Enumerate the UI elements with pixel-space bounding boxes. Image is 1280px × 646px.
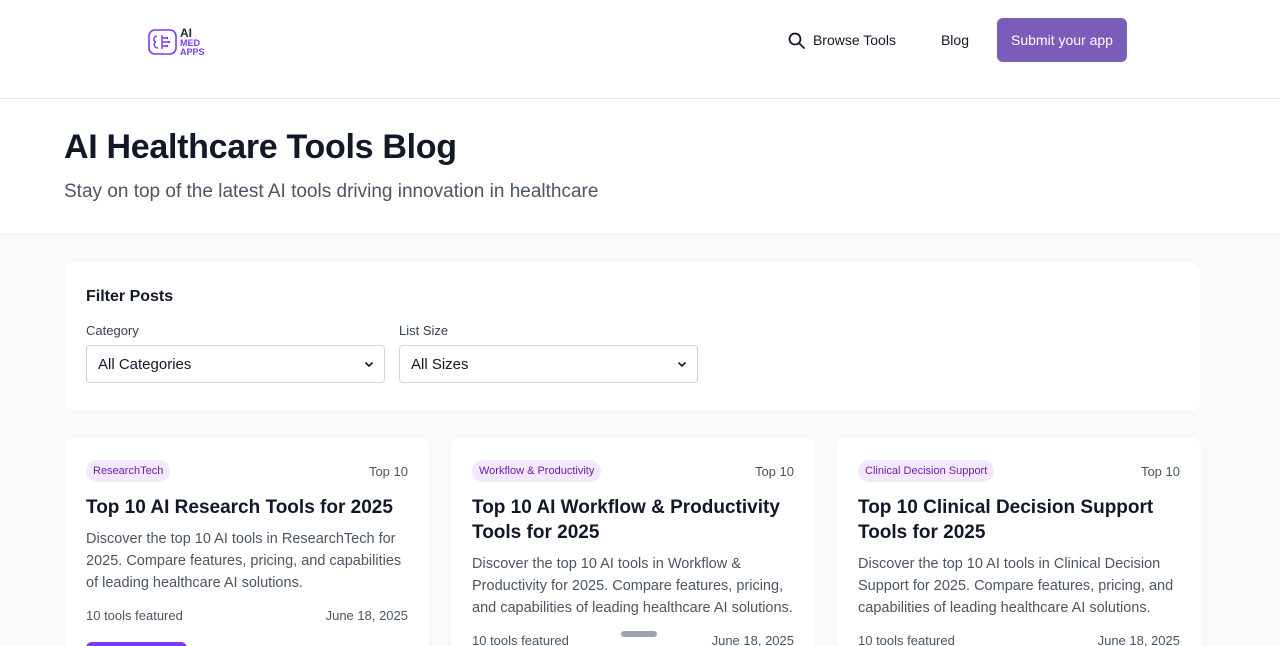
submit-app-button[interactable]: Submit your app: [997, 18, 1127, 62]
category-badge: Workflow & Productivity: [472, 460, 602, 482]
search-icon: [788, 32, 805, 49]
post-date: June 18, 2025: [711, 633, 794, 646]
list-size-tag: Top 10: [754, 463, 794, 479]
logo-wordmark: AI MED APPS: [180, 27, 205, 57]
logo-line-3: APPS: [180, 47, 205, 57]
blog-card-list: ResearchTech Top 10 Top 10 AI Research T…: [65, 438, 1201, 646]
main-nav: Browse Tools Blog Submit your app: [788, 18, 1127, 62]
post-date: June 18, 2025: [1097, 633, 1180, 646]
browse-tools-label: Browse Tools: [812, 32, 896, 48]
card-top: Workflow & Productivity Top 10: [472, 460, 794, 482]
category-badge: ResearchTech: [86, 460, 171, 482]
blog-link[interactable]: Blog: [941, 32, 969, 48]
site-header: AI MED APPS Browse Tools Blog Submit you…: [0, 0, 1280, 99]
card-description: Discover the top 10 AI tools in Clinical…: [858, 556, 1174, 616]
logo-icon: [148, 29, 177, 55]
list-size-label: List Size: [399, 323, 449, 338]
category-select-value: All Categories: [98, 355, 192, 373]
filter-panel: Filter Posts Category All Categories Lis…: [65, 263, 1200, 410]
read-post-button[interactable]: [86, 642, 187, 646]
tools-featured-count: 10 tools featured: [472, 633, 569, 646]
category-select[interactable]: All Categories: [86, 345, 385, 383]
category-badge: Clinical Decision Support: [858, 460, 995, 482]
tools-featured-count: 10 tools featured: [858, 633, 955, 646]
card-description: Discover the top 10 AI tools in Research…: [86, 531, 402, 591]
card-top: Clinical Decision Support Top 10: [858, 460, 1180, 482]
list-size-select-value: All Sizes: [411, 355, 469, 373]
blog-card[interactable]: ResearchTech Top 10 Top 10 AI Research T…: [65, 438, 429, 646]
card-top: ResearchTech Top 10: [86, 460, 408, 482]
post-date: June 18, 2025: [325, 608, 408, 623]
category-filter: Category All Categories: [86, 323, 385, 383]
blog-card[interactable]: Workflow & Productivity Top 10 Top 10 AI…: [451, 438, 815, 646]
filter-row: Category All Categories List Size All Si…: [86, 323, 1179, 383]
filter-title: Filter Posts: [86, 288, 174, 305]
card-meta: 10 tools featured June 18, 2025: [86, 608, 408, 623]
list-size-select[interactable]: All Sizes: [399, 345, 698, 383]
list-size-tag: Top 10: [368, 463, 408, 479]
list-size-filter: List Size All Sizes: [399, 323, 698, 383]
page-subtitle: Stay on top of the latest AI tools drivi…: [64, 181, 599, 202]
card-description: Discover the top 10 AI tools in Workflow…: [472, 556, 793, 616]
scroll-indicator[interactable]: [621, 631, 657, 637]
browse-tools-link[interactable]: Browse Tools: [788, 32, 896, 49]
category-label: Category: [86, 323, 139, 338]
chevron-down-icon: [677, 361, 687, 368]
logo[interactable]: AI MED APPS: [148, 27, 205, 57]
tools-featured-count: 10 tools featured: [86, 608, 183, 623]
chevron-down-icon: [364, 361, 374, 368]
card-meta: 10 tools featured June 18, 2025: [858, 633, 1180, 646]
blog-card[interactable]: Clinical Decision Support Top 10 Top 10 …: [837, 438, 1201, 646]
page-title: AI Healthcare Tools Blog: [64, 128, 457, 166]
card-title[interactable]: Top 10 AI Research Tools for 2025: [86, 495, 408, 520]
card-title[interactable]: Top 10 Clinical Decision Support Tools f…: [858, 495, 1180, 545]
hero-section: AI Healthcare Tools Blog Stay on top of …: [0, 99, 1280, 235]
card-title[interactable]: Top 10 AI Workflow & Productivity Tools …: [472, 495, 794, 545]
list-size-tag: Top 10: [1140, 463, 1180, 479]
